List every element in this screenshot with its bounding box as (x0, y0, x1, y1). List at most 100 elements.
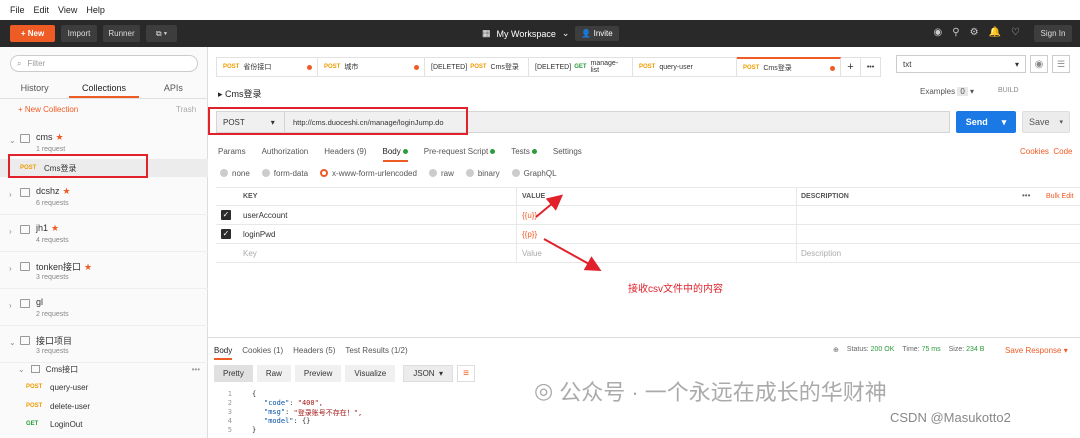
star-icon[interactable]: ★ (84, 262, 92, 272)
satellite-icon[interactable]: ⚲ (952, 27, 959, 38)
code-line: 5} (227, 426, 257, 434)
collection-dcshz[interactable]: › dcshz ★ 6 requests (0, 178, 208, 215)
code-line: 2 "code": "400", (227, 399, 324, 407)
chevron-right-icon: › (9, 301, 12, 310)
folder-icon (20, 134, 30, 143)
size-value: 234 B (966, 346, 985, 353)
collection-count: 4 requests (36, 237, 69, 244)
filter-input[interactable]: ⌕ Filter (10, 55, 198, 72)
resp-tab-body[interactable]: Body (214, 346, 233, 360)
tab-apis[interactable]: APIs (139, 79, 208, 98)
code-line: 3 "msg": "登录账号不存在！", (227, 408, 363, 417)
star-icon[interactable]: ★ (63, 186, 71, 196)
menu-view[interactable]: View (58, 5, 77, 15)
collection-name: tonken接口 (36, 262, 82, 272)
menu-edit[interactable]: Edit (34, 5, 50, 15)
window-icon: ⧉ ▾ (155, 28, 168, 38)
request-name: query-user (50, 382, 89, 392)
star-icon[interactable]: ★ (56, 132, 64, 142)
workspace-name: My Workspace (496, 28, 556, 39)
response-status: ⊕ Status: 200 OK Time: 75 ms Size: 234 B (833, 346, 985, 354)
watermark: ◎ 公众号 · 一个永远在成长的华财神 (534, 375, 887, 407)
chevron-down-icon: ⌄ (561, 28, 570, 38)
collection-jiekou[interactable]: ⌄ 接口项目 3 requests (0, 326, 208, 363)
new-window-button[interactable]: ⧉ ▾ (146, 25, 177, 42)
sign-in-button[interactable]: Sign In (1034, 25, 1072, 42)
sync-icon[interactable]: ◉ (934, 27, 943, 38)
watermark-text: 公众号 · 一个永远在成长的华财神 (559, 380, 887, 405)
tab-history[interactable]: History (0, 79, 69, 98)
resp-tab-tests[interactable]: Test Results (1/2) (345, 346, 407, 360)
star-icon[interactable]: ★ (51, 223, 59, 233)
collection-gl[interactable]: › gl 2 requests (0, 289, 208, 326)
wechat-icon: ◎ (534, 378, 554, 403)
code-line: 1{ (227, 390, 257, 398)
request-delete-user[interactable]: POST delete-user (0, 397, 208, 415)
collection-count: 1 request (36, 146, 66, 153)
invite-button[interactable]: 👤 Invite (575, 26, 619, 41)
bell-icon[interactable]: 🔔 (989, 27, 1001, 38)
import-button[interactable]: Import (61, 25, 97, 42)
sidebar-tabs: History Collections APIs (0, 79, 208, 99)
menu-file[interactable]: File (10, 5, 25, 15)
collection-count: 3 requests (36, 274, 69, 281)
fmt-visualize[interactable]: Visualize (345, 365, 396, 382)
chevron-right-icon: › (9, 190, 12, 199)
new-button[interactable]: + New (10, 25, 55, 42)
request-loginout[interactable]: GET LoginOut (0, 415, 208, 433)
request-name: LoginOut (50, 419, 83, 429)
request-name: delete-user (50, 401, 91, 411)
folder-icon (20, 299, 30, 308)
settings-icon[interactable]: ⚙ (970, 27, 979, 38)
runner-button[interactable]: Runner (103, 25, 140, 42)
save-response-button[interactable]: Save Response ▾ (1005, 346, 1068, 355)
fmt-preview[interactable]: Preview (294, 365, 342, 382)
collection-name: gl (36, 297, 44, 307)
collection-tonken[interactable]: › tonken接口 ★ 3 requests (0, 252, 208, 289)
folder-icon (20, 188, 30, 197)
search-icon: ⌕ (17, 58, 22, 68)
new-collection-button[interactable]: + New Collection (18, 105, 78, 114)
chevron-down-icon: ⌄ (9, 136, 16, 145)
highlight-box (8, 154, 148, 178)
collection-name: cms (36, 132, 53, 142)
request-query-user[interactable]: POST query-user (0, 378, 208, 396)
arrow-to-annotation (543, 238, 602, 271)
status-value: 200 OK (870, 346, 895, 353)
chevron-down-icon: ⌄ (9, 338, 16, 347)
time-value: 75 ms (921, 346, 941, 353)
collection-count: 6 requests (36, 200, 69, 207)
format-bar: Pretty Raw Preview Visualize JSON ▾ ≡ (214, 365, 476, 382)
menu-help[interactable]: Help (86, 5, 105, 15)
collection-name: dcshz (36, 186, 60, 196)
method-badge: POST (26, 403, 43, 409)
heart-icon[interactable]: ♡ (1011, 27, 1020, 38)
tab-collections[interactable]: Collections (69, 79, 139, 98)
code-line: 4 "model": {} (227, 417, 311, 425)
header-icons: ◉ ⚲ ⚙ 🔔 ♡ (934, 27, 1020, 38)
sidebar: ⌕ Filter History Collections APIs + New … (0, 47, 208, 438)
app-header: + New Import Runner ⧉ ▾ ▦ My Workspace ⌄… (0, 20, 1080, 47)
resp-tab-headers[interactable]: Headers (5) (293, 346, 335, 360)
lang-select[interactable]: JSON ▾ (403, 365, 454, 382)
globe-icon: ⊕ (833, 347, 839, 354)
collection-count: 2 requests (36, 311, 69, 318)
collection-jh1[interactable]: › jh1 ★ 4 requests (0, 215, 208, 252)
chevron-right-icon: › (9, 264, 12, 273)
arrow-to-value (535, 194, 564, 218)
collection-name: 接口项目 (36, 336, 73, 346)
subfolder-cms[interactable]: ⌄ Cms接口 ••• (0, 360, 208, 378)
folder-icon (30, 365, 40, 373)
subfolder-name: Cms接口 (45, 364, 79, 374)
fmt-pretty[interactable]: Pretty (214, 365, 253, 382)
more-icon[interactable]: ••• (192, 365, 200, 374)
wrap-icon[interactable]: ≡ (457, 365, 476, 382)
fmt-raw[interactable]: Raw (256, 365, 291, 382)
trash-link[interactable]: Trash (176, 105, 196, 114)
resp-tab-cookies[interactable]: Cookies (1) (242, 346, 283, 360)
workspace-switcher[interactable]: ▦ My Workspace ⌄ 👤 Invite (482, 25, 619, 42)
response-tabs: Body Cookies (1) Headers (5) Test Result… (214, 346, 408, 360)
response-body: 1{ 2 "code": "400", 3 "msg": "登录账号不存在！", 4… (214, 390, 362, 435)
grid-icon: ▦ (482, 28, 491, 38)
filter-placeholder: Filter (27, 59, 46, 68)
